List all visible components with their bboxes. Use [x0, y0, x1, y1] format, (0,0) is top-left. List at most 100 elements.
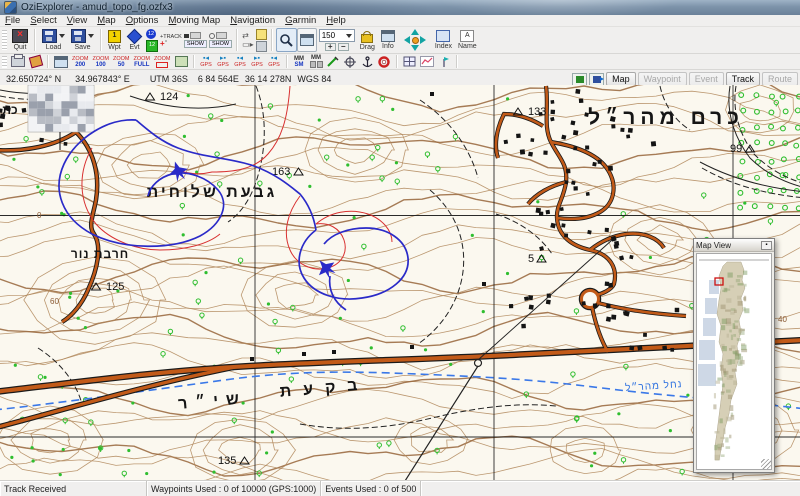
separator — [270, 28, 273, 52]
anchor-button[interactable] — [359, 55, 376, 69]
menu-navigation[interactable]: Navigation — [225, 15, 280, 26]
plan-grid-button[interactable] — [401, 55, 418, 69]
screens-icon — [309, 61, 323, 68]
route-edit-icon[interactable]: ▭▸ — [242, 40, 254, 49]
waypoint-number-icon[interactable]: 12 — [146, 28, 156, 39]
info-window-icon — [380, 30, 395, 42]
printer-button[interactable] — [9, 54, 27, 69]
map-label: חרבת נור — [71, 247, 129, 261]
pan-pad[interactable] — [403, 29, 426, 51]
layers-button[interactable] — [572, 72, 588, 86]
mode-event-button[interactable]: Event — [688, 72, 724, 86]
save-button[interactable]: Save — [68, 28, 97, 52]
track-point-icon[interactable]: ° — [165, 40, 168, 47]
zoom-level-select[interactable]: 150 — [318, 29, 355, 42]
menu-map[interactable]: Map — [92, 15, 121, 26]
zoom-tool-button[interactable] — [275, 28, 297, 52]
pan-left-icon[interactable] — [403, 36, 410, 44]
pan-down-icon[interactable] — [410, 45, 419, 51]
mode-waypoint-button[interactable]: Waypoint — [637, 72, 687, 86]
map-view-titlebar[interactable]: Map View ▪ — [694, 239, 774, 252]
title-bar[interactable]: OziExplorer - amud_topo_fg.ozfx3 — [0, 0, 800, 15]
longitude-readout: 34.967843° E — [75, 74, 130, 84]
gps-send-waypoints-button[interactable]: ▸▪ GPS — [215, 55, 232, 69]
zoom-full-button[interactable]: ZOOM FULL — [132, 55, 153, 69]
menu-view[interactable]: View — [62, 15, 92, 26]
menu-help[interactable]: Help — [321, 15, 351, 26]
zoom-in-button[interactable]: + — [324, 43, 336, 51]
app-icon — [4, 1, 17, 14]
map-view-pin-button[interactable]: ▪ — [761, 240, 772, 250]
secondary-toolbar: ZOOM 200 ZOOM 100 ZOOM 50 ZOOM FULL ZOOM ▪◂ GPS ▸… — [0, 54, 800, 70]
pin-flag-button[interactable] — [436, 55, 453, 69]
map-view-body[interactable] — [696, 253, 772, 470]
quit-button[interactable]: × Quit — [9, 28, 31, 52]
ozi-explorer-window: { "window": {"title": "OziExplorer - amu… — [0, 0, 800, 496]
pan-up-icon[interactable] — [410, 29, 419, 35]
menu-file[interactable]: File — [0, 15, 25, 26]
menu-options[interactable]: Options — [121, 15, 164, 26]
waypoint-name-icon[interactable]: 12 — [146, 39, 158, 52]
save-position-button[interactable] — [589, 72, 605, 86]
map-label: כרם מהר״ל — [588, 106, 744, 129]
resize-grip[interactable] — [761, 459, 771, 469]
toolbar-grip[interactable] — [2, 29, 7, 51]
zoom-50-button[interactable]: ZOOM 50 — [111, 55, 132, 69]
gps-get-waypoints-button[interactable]: ▪◂ GPS — [198, 55, 215, 69]
moving-map-button[interactable]: MM SM — [291, 55, 308, 69]
status-events: Events Used : 0 of 500 — [321, 481, 422, 496]
toolbar-grip[interactable] — [2, 55, 7, 68]
gray-page-icon[interactable] — [255, 40, 267, 52]
status-track: Track Received — [0, 481, 147, 496]
disk-arrow-icon — [592, 75, 604, 83]
pan-right-icon[interactable] — [419, 36, 426, 44]
menu-garmin[interactable]: Garmin — [280, 15, 321, 26]
zoom-out-button[interactable]: − — [337, 43, 349, 51]
waypoint-icon: 1 — [108, 29, 121, 43]
menu-select[interactable]: Select — [25, 15, 61, 26]
mode-track-button[interactable]: Track — [725, 72, 760, 86]
show-events-cluster: SHOW — [208, 28, 233, 52]
separator — [395, 55, 398, 68]
duplicate-window-button[interactable] — [52, 55, 70, 69]
separator — [192, 55, 195, 68]
map-forward-button[interactable] — [173, 55, 190, 69]
track-draw-button[interactable] — [325, 55, 342, 69]
map-tool-button[interactable] — [27, 54, 44, 69]
name-button[interactable]: A Name — [455, 28, 480, 52]
moving-map-screen-button[interactable]: MM — [308, 55, 325, 69]
gps-send-routes-button[interactable]: ▸▪ GPS — [249, 55, 266, 69]
route-icon[interactable]: ⇄ — [242, 31, 254, 40]
yellow-page-icon[interactable] — [255, 28, 267, 40]
show-events-button[interactable]: SHOW — [208, 40, 233, 48]
pan-center-icon[interactable] — [411, 37, 419, 44]
separator — [236, 28, 239, 52]
drag-button[interactable]: Drag — [357, 28, 378, 52]
zoom-200-button[interactable]: ZOOM 200 — [70, 55, 91, 69]
separator — [455, 55, 458, 68]
name-search-icon: A — [460, 30, 475, 42]
profile-chart-icon — [419, 56, 434, 67]
waypoint-button[interactable]: 1 Wpt — [105, 28, 124, 52]
separator — [100, 28, 102, 52]
gps-get-tracks-button[interactable]: ▪◂ GPS — [266, 55, 283, 69]
show-track-button[interactable]: SHOW — [183, 40, 207, 48]
load-button[interactable]: Load — [39, 28, 68, 52]
mode-route-button[interactable]: Route — [761, 72, 798, 86]
mode-map-button[interactable]: Map — [606, 72, 636, 86]
gps-get-routes-button[interactable]: ▪◂ GPS — [232, 55, 249, 69]
map-windows-button[interactable] — [296, 28, 317, 52]
menu-moving-map[interactable]: Moving Map — [163, 15, 225, 26]
alarm-button[interactable] — [376, 55, 393, 69]
map-canvas[interactable]: גבעת שלוחית כרם מהר״ל חרבת נור בקעת שי״ר נחל … — [0, 85, 800, 480]
page-cluster — [255, 28, 267, 52]
altitude-profile-button[interactable] — [418, 55, 436, 69]
zoom-100-button[interactable]: ZOOM 100 — [91, 55, 112, 69]
spot-height-label: 133 — [528, 106, 546, 118]
index-button[interactable]: Index — [432, 28, 455, 52]
zoom-window-button[interactable]: ZOOM — [152, 55, 173, 69]
event-button[interactable]: Evt — [124, 28, 145, 52]
center-target-button[interactable] — [342, 55, 359, 69]
info-button[interactable]: Info — [378, 28, 398, 52]
map-view-window[interactable]: Map View ▪ — [693, 238, 775, 473]
